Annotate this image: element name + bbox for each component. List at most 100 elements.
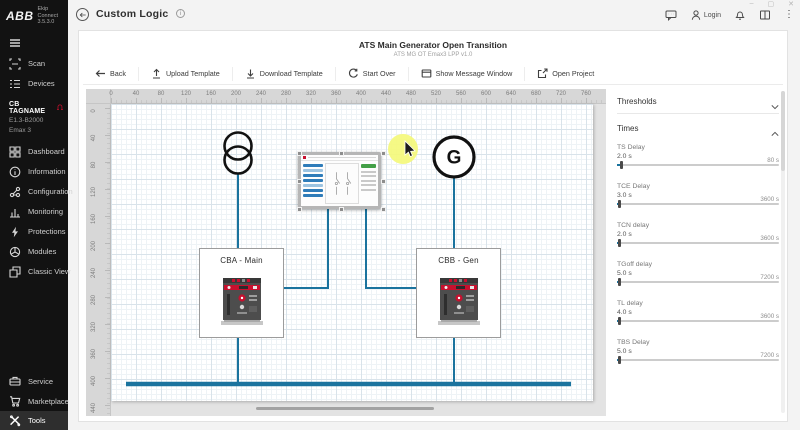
- menu-toggle-button[interactable]: [0, 32, 68, 54]
- mini-button: [303, 179, 323, 182]
- cbb-gen-node[interactable]: CBB - Gen: [416, 248, 501, 338]
- close-icon[interactable]: ✕: [788, 0, 794, 8]
- slider-label: TL delay: [617, 300, 779, 307]
- mini-button: [303, 164, 323, 167]
- diagram-page[interactable]: G CBA - Main CBB - Gen: [111, 104, 593, 401]
- start-over-button[interactable]: Start Over: [335, 67, 408, 81]
- app-version: 3.5.3.0: [38, 19, 64, 26]
- ruler-top-tick: 680: [528, 91, 544, 97]
- login-label: Login: [704, 12, 721, 19]
- section-times[interactable]: Times: [617, 118, 779, 138]
- page-title: Custom Logic: [96, 8, 168, 20]
- back-button[interactable]: Back: [83, 67, 138, 81]
- selection-handle[interactable]: [297, 207, 302, 212]
- canvas-horizontal-scrollbar[interactable]: [256, 407, 434, 410]
- configuration-icon: [9, 186, 21, 198]
- open-project-button[interactable]: Open Project: [524, 67, 606, 81]
- download-template-button[interactable]: Download Template: [232, 67, 335, 81]
- wire-logic-to-cbb[interactable]: [366, 209, 416, 288]
- minimize-icon[interactable]: –: [750, 0, 754, 8]
- docs-panel-icon[interactable]: [759, 9, 771, 21]
- sidebar-item-classic-view[interactable]: Classic View: [0, 262, 68, 282]
- ruler-left-tick: 120: [91, 184, 97, 200]
- ruler-top-tick: 440: [378, 91, 394, 97]
- mini-logo-dot: [303, 156, 306, 159]
- wire-logic-to-cba[interactable]: [284, 209, 328, 288]
- selection-handle[interactable]: [339, 151, 344, 156]
- section-thresholds[interactable]: Thresholds: [617, 91, 779, 111]
- sidebar-item-monitoring[interactable]: Monitoring: [0, 202, 68, 222]
- selection-handle[interactable]: [297, 151, 302, 156]
- mini-list-line: [361, 164, 376, 168]
- slider-track[interactable]: [617, 320, 779, 322]
- sidebar-item-configuration[interactable]: Configuration: [0, 182, 68, 202]
- device-block[interactable]: CB TAGNAME E1.3-B2000 Emax 3: [0, 94, 68, 142]
- selection-handle[interactable]: [381, 151, 386, 156]
- selection-handle[interactable]: [339, 207, 344, 212]
- selection-handle[interactable]: [381, 207, 386, 212]
- sidebar-item-devices[interactable]: Devices: [0, 74, 68, 94]
- slider-thumb[interactable]: [618, 278, 621, 286]
- show-message-window-button[interactable]: Show Message Window: [408, 67, 525, 81]
- slider-value: 4.0 s: [617, 309, 779, 316]
- generator-symbol[interactable]: G: [434, 137, 474, 177]
- slider-track[interactable]: [617, 242, 779, 244]
- ruler-top-tick: 40: [128, 91, 144, 97]
- info-icon[interactable]: i: [176, 9, 185, 18]
- sidebar-item-scan[interactable]: Scan: [0, 54, 68, 74]
- slider-thumb[interactable]: [618, 200, 621, 208]
- login-button[interactable]: Login: [690, 9, 721, 21]
- slider-thumb[interactable]: [618, 317, 621, 325]
- mini-button: [303, 174, 323, 177]
- ruler-left-tick: 200: [91, 238, 97, 254]
- sidebar-item-label: Devices: [28, 79, 55, 88]
- kebab-menu-icon[interactable]: ⋮: [784, 10, 794, 20]
- slider-thumb[interactable]: [620, 161, 623, 169]
- sidebar-item-label: Classic View: [28, 267, 70, 276]
- panel-scrollbar[interactable]: [781, 91, 785, 413]
- toolbar-button-label: Download Template: [260, 69, 323, 78]
- sidebar-item-label: Marketplace: [28, 397, 69, 406]
- upload-template-button[interactable]: Upload Template: [138, 67, 232, 81]
- template-title: ATS Main Generator Open Transition: [79, 31, 787, 50]
- transformer-symbol[interactable]: [225, 133, 252, 174]
- sidebar-item-protections[interactable]: Protections: [0, 222, 68, 242]
- slider-track[interactable]: [617, 164, 779, 166]
- sidebar-item-dashboard[interactable]: Dashboard: [0, 142, 68, 162]
- selection-handle[interactable]: [297, 179, 302, 184]
- ruler-left-tick: 400: [91, 373, 97, 389]
- slider-track[interactable]: [617, 281, 779, 283]
- user-icon: [690, 9, 702, 21]
- slider-max: 3600 s: [760, 313, 779, 320]
- sidebar-item-service[interactable]: Service: [0, 371, 68, 391]
- feedback-icon[interactable]: [665, 9, 677, 21]
- tools-icon: [9, 415, 21, 427]
- slider-thumb[interactable]: [618, 239, 621, 247]
- mini-list-line: [361, 171, 376, 173]
- selection-handle[interactable]: [381, 179, 386, 184]
- page-back-button[interactable]: [76, 8, 89, 21]
- sidebar-item-modules[interactable]: Modules: [0, 242, 68, 262]
- cba-main-node[interactable]: CBA - Main: [199, 248, 284, 338]
- app-name: Ekip Connect: [38, 6, 64, 19]
- slider-thumb[interactable]: [618, 356, 621, 364]
- sidebar-item-label: Scan: [28, 59, 45, 68]
- slider-value: 5.0 s: [617, 348, 779, 355]
- arrow-left-icon: [79, 11, 87, 19]
- notifications-bell-icon[interactable]: [734, 9, 746, 21]
- slider-value: 5.0 s: [617, 270, 779, 277]
- toolbar-button-label: Back: [110, 69, 126, 78]
- ruler-top-tick: 80: [153, 91, 169, 97]
- toolbar-button-label: Start Over: [363, 69, 396, 78]
- device-family: Emax 3: [9, 127, 64, 136]
- upload-icon: [151, 68, 162, 79]
- sidebar-item-tools[interactable]: Tools: [0, 411, 68, 430]
- diagram-canvas[interactable]: 0408012016020024028032036040044048052056…: [86, 89, 606, 416]
- logic-screenshot-node[interactable]: [298, 152, 381, 209]
- maximize-icon[interactable]: ▢: [768, 0, 775, 8]
- slider-track[interactable]: [617, 203, 779, 205]
- mini-diagram: [325, 163, 359, 204]
- sidebar-item-information[interactable]: Information: [0, 162, 68, 182]
- sidebar-item-marketplace[interactable]: Marketplace: [0, 391, 68, 411]
- slider-track[interactable]: [617, 359, 779, 361]
